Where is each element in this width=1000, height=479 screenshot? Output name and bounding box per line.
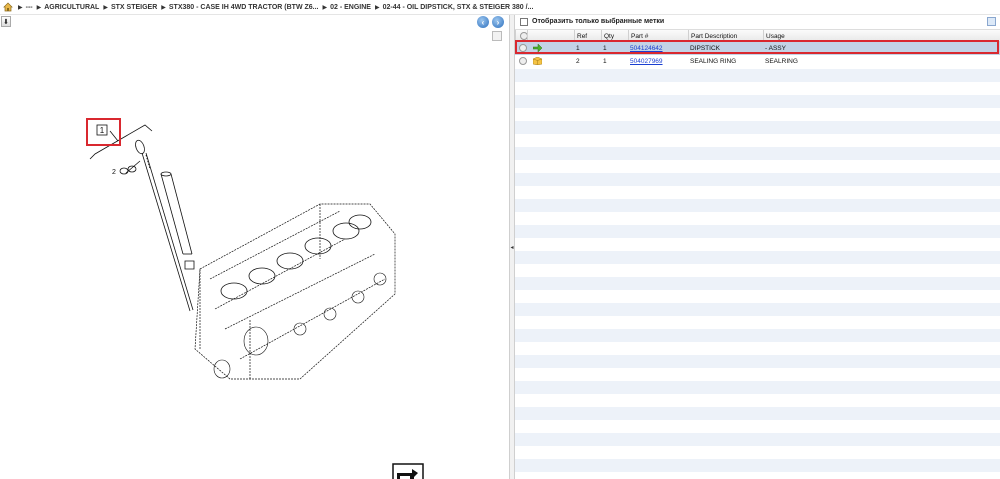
show-selected-label: Отобразить только выбранные метки [532,18,665,25]
row-gear-cell[interactable] [515,55,527,68]
arrow-left-icon: ‹ [481,17,485,27]
callout-1-label: 1 [100,126,105,135]
breadcrumb-item-stx-steiger[interactable]: ▶ STX STEIGER [103,4,157,11]
next-page-button[interactable]: › [492,16,504,28]
breadcrumb-item-engine[interactable]: ▶ 02 - ENGINE [323,4,371,11]
breadcrumb-item-model[interactable]: ▶ STX380 - CASE IH 4WD TRACTOR (BTW Z6... [161,4,318,11]
collapse-button[interactable]: ⬇ [1,16,11,27]
filter-settings-icon[interactable] [987,17,996,26]
diagram-pane: ⬇ ‹ › 1 2 [0,15,509,479]
breadcrumb-item-root[interactable]: ▶ --- [18,4,33,11]
breadcrumb-item-agricultural[interactable]: ▶ AGRICULTURAL [37,4,100,11]
row-gear-cell[interactable] [515,42,527,55]
row-qty: 1 [603,58,607,65]
gear-icon [519,44,527,52]
table-row[interactable]: 2 1 504027969 SEALING RING SEALRING [515,55,1000,68]
breadcrumb: ▶ --- ▶ AGRICULTURAL ▶ STX STEIGER ▶ STX380 … [0,0,1000,15]
parts-diagram[interactable]: 1 2 [0,29,509,479]
row-status-cell [527,55,574,68]
sealing-ring-drawing [119,160,141,175]
engine-block-drawing [194,203,396,380]
show-selected-checkbox[interactable] [520,17,528,26]
green-arrow-icon [533,44,542,52]
row-description: SEALING RING [690,58,737,65]
row-description: DIPSTICK [690,45,720,52]
row-usage: SEALRING [765,58,798,65]
box-icon [533,57,542,65]
part-number-link[interactable]: 504027969 [630,58,663,65]
arrow-down-icon: ⬇ [3,18,9,26]
gear-icon [520,32,527,40]
table-header: Ref Qty Part # Part Description Usage [515,29,1000,43]
print-icon[interactable] [392,463,424,479]
arrow-right-icon: › [496,17,500,27]
previous-page-button[interactable]: ‹ [477,16,489,28]
part-number-link[interactable]: 504124642 [630,45,663,52]
row-usage: - ASSY [765,45,786,52]
engine-side-details [213,272,387,379]
filter-bar: Отобразить только выбранные метки [515,15,1000,28]
parts-list-pane: Отобразить только выбранные метки Ref Qt… [515,15,1000,479]
parts-table: Ref Qty Part # Part Description Usage 1 … [515,29,1000,68]
row-ref: 2 [576,58,580,65]
row-ref: 1 [576,45,580,52]
row-qty: 1 [603,45,607,52]
row-status-cell [527,42,574,55]
home-icon[interactable] [3,2,13,12]
callout-1[interactable]: 1 [96,124,108,136]
empty-rows [515,69,1000,479]
splitter-grip-icon[interactable]: ◂ [510,243,514,253]
row-part-link[interactable]: 504124642 [628,42,688,55]
table-row[interactable]: 1 1 504124642 DIPSTICK - ASSY [515,42,1000,55]
breadcrumb-item-oil-dipstick[interactable]: ▶ 02-44 - OIL DIPSTICK, STX & STEIGER 380… [375,4,533,11]
cylinder-bores [220,214,372,300]
callout-2-label[interactable]: 2 [112,169,116,176]
gear-icon [519,57,527,65]
diagram-toolbar: ⬇ ‹ › [0,15,509,29]
row-part-link[interactable]: 504027969 [628,55,688,68]
